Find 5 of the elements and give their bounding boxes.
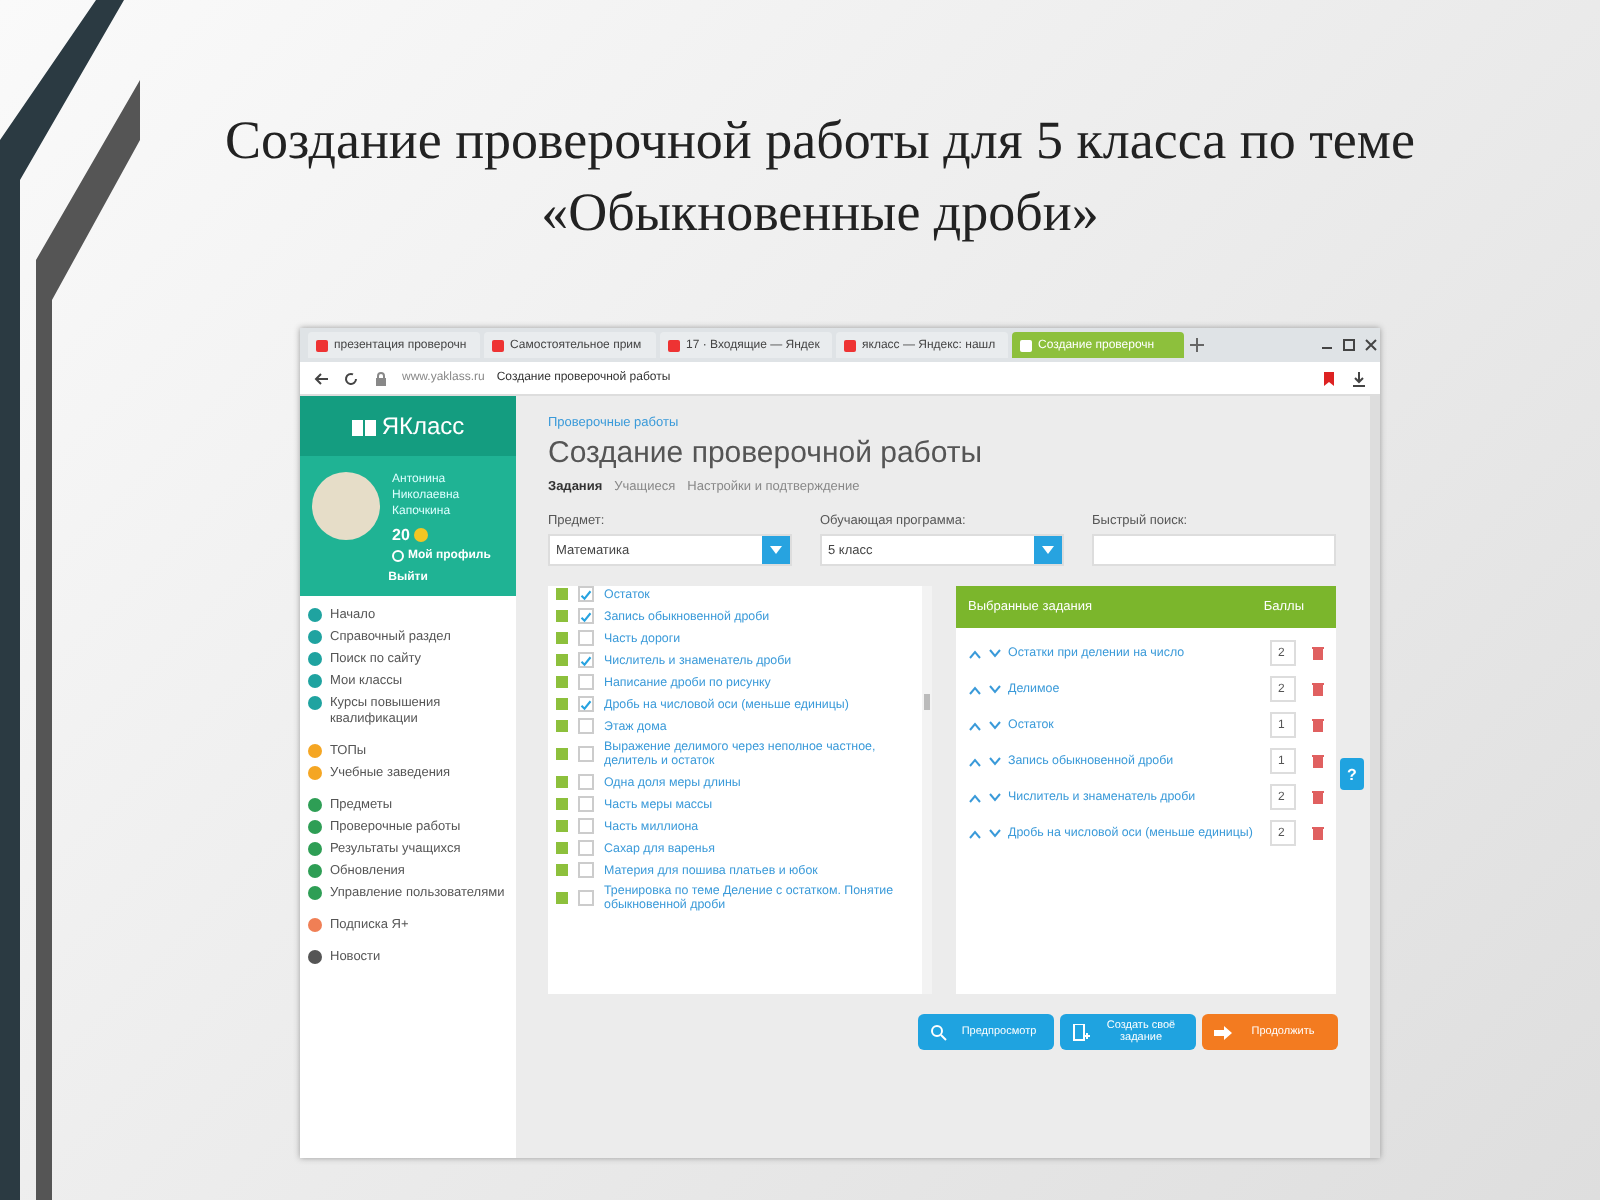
points-value: 20 <box>392 526 410 544</box>
page-heading: Создание проверочной работы <box>548 436 985 470</box>
logo-text[interactable]: ЯКласс <box>381 412 465 440</box>
slide-title: Создание проверочной работы для 5 класса по теме «Обыкновенные дроби» <box>223 108 1417 246</box>
help-button[interactable]: ? <box>1340 758 1364 790</box>
